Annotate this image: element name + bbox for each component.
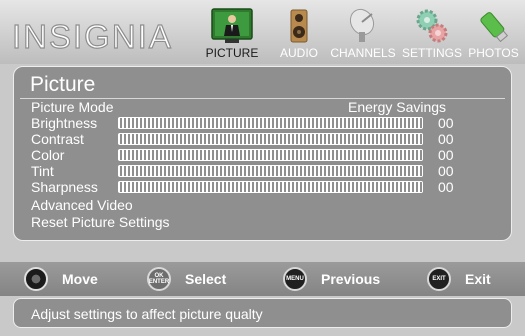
contrast-value: 00: [438, 131, 454, 147]
menu-item-reset-picture-settings[interactable]: Reset Picture Settings: [31, 214, 331, 230]
usb-stick-icon: [473, 8, 515, 44]
menu-item-label: Advanced Video: [31, 197, 133, 213]
tab-photos-label: PHOTOS: [468, 46, 519, 60]
tab-channels-label: CHANNELS: [330, 46, 396, 60]
menu-item-label: Sharpness: [31, 179, 98, 195]
tab-settings[interactable]: SETTINGS: [399, 6, 465, 60]
tab-audio[interactable]: AUDIO: [274, 6, 324, 60]
speaker-icon: [278, 8, 320, 44]
help-text: Adjust settings to affect picture qualty: [31, 306, 263, 322]
menu-item-label: Reset Picture Settings: [31, 214, 170, 230]
tab-picture-label: PICTURE: [205, 46, 259, 60]
nav-hint-label: Move: [62, 271, 98, 287]
menu-item-brightness[interactable]: Brightness 00: [31, 115, 501, 131]
menu-item-color[interactable]: Color 00: [31, 147, 501, 163]
dpad-icon: [24, 267, 48, 291]
menu-item-picture-mode[interactable]: Picture Mode Energy Savings: [31, 99, 501, 115]
menu-item-label: Brightness: [31, 115, 98, 131]
brightness-slider[interactable]: [118, 117, 423, 129]
sharpness-value: 00: [438, 179, 454, 195]
menu-header: INSIGNIA PICTURE AUDIO CHANNELS SETTINGS…: [0, 0, 525, 64]
gears-icon: [411, 8, 453, 44]
nav-hint-label: Previous: [321, 271, 381, 287]
color-slider[interactable]: [118, 149, 423, 161]
tint-value: 00: [438, 163, 454, 179]
nav-hint-select: OK ENTER Select: [147, 267, 226, 291]
ok-enter-button-icon: OK ENTER: [147, 267, 171, 291]
picture-mode-value: Energy Savings: [348, 99, 447, 115]
menu-item-sharpness[interactable]: Sharpness 00: [31, 179, 501, 195]
satellite-dish-icon: [342, 8, 384, 44]
menu-item-advanced-video[interactable]: Advanced Video: [31, 197, 331, 213]
menu-item-tint[interactable]: Tint 00: [31, 163, 501, 179]
menu-item-label: Picture Mode: [31, 99, 114, 115]
tab-photos[interactable]: PHOTOS: [466, 6, 521, 60]
menu-item-label: Color: [31, 147, 65, 163]
insignia-logo: INSIGNIA: [11, 17, 173, 55]
nav-hint-label: Exit: [465, 271, 491, 287]
color-value: 00: [438, 147, 454, 163]
brightness-value: 00: [438, 115, 454, 131]
exit-button-icon: EXIT: [427, 267, 451, 291]
menu-item-label: Tint: [31, 163, 54, 179]
nav-hint-previous: MENU Previous: [283, 267, 380, 291]
tab-audio-label: AUDIO: [279, 46, 318, 60]
remote-hint-bar: Move OK ENTER Select MENU Previous EXIT …: [0, 262, 525, 296]
tab-settings-label: SETTINGS: [401, 46, 462, 60]
menu-item-label: Contrast: [31, 131, 84, 147]
sharpness-slider[interactable]: [118, 181, 423, 193]
page-title: Picture: [30, 73, 96, 96]
tab-channels[interactable]: CHANNELS: [330, 6, 396, 60]
nav-hint-exit: EXIT Exit: [427, 267, 491, 291]
tint-slider[interactable]: [118, 165, 423, 177]
help-box: Adjust settings to affect picture qualty: [13, 298, 512, 328]
nav-hint-move: Move: [24, 267, 98, 291]
tv-icon: [211, 8, 253, 44]
contrast-slider[interactable]: [118, 133, 423, 145]
tab-picture[interactable]: PICTURE: [201, 6, 263, 60]
menu-button-icon: MENU: [283, 267, 307, 291]
nav-hint-label: Select: [185, 271, 227, 287]
picture-menu-panel: Picture Picture Mode Energy Savings Brig…: [13, 66, 512, 241]
menu-item-contrast[interactable]: Contrast 00: [31, 131, 501, 147]
